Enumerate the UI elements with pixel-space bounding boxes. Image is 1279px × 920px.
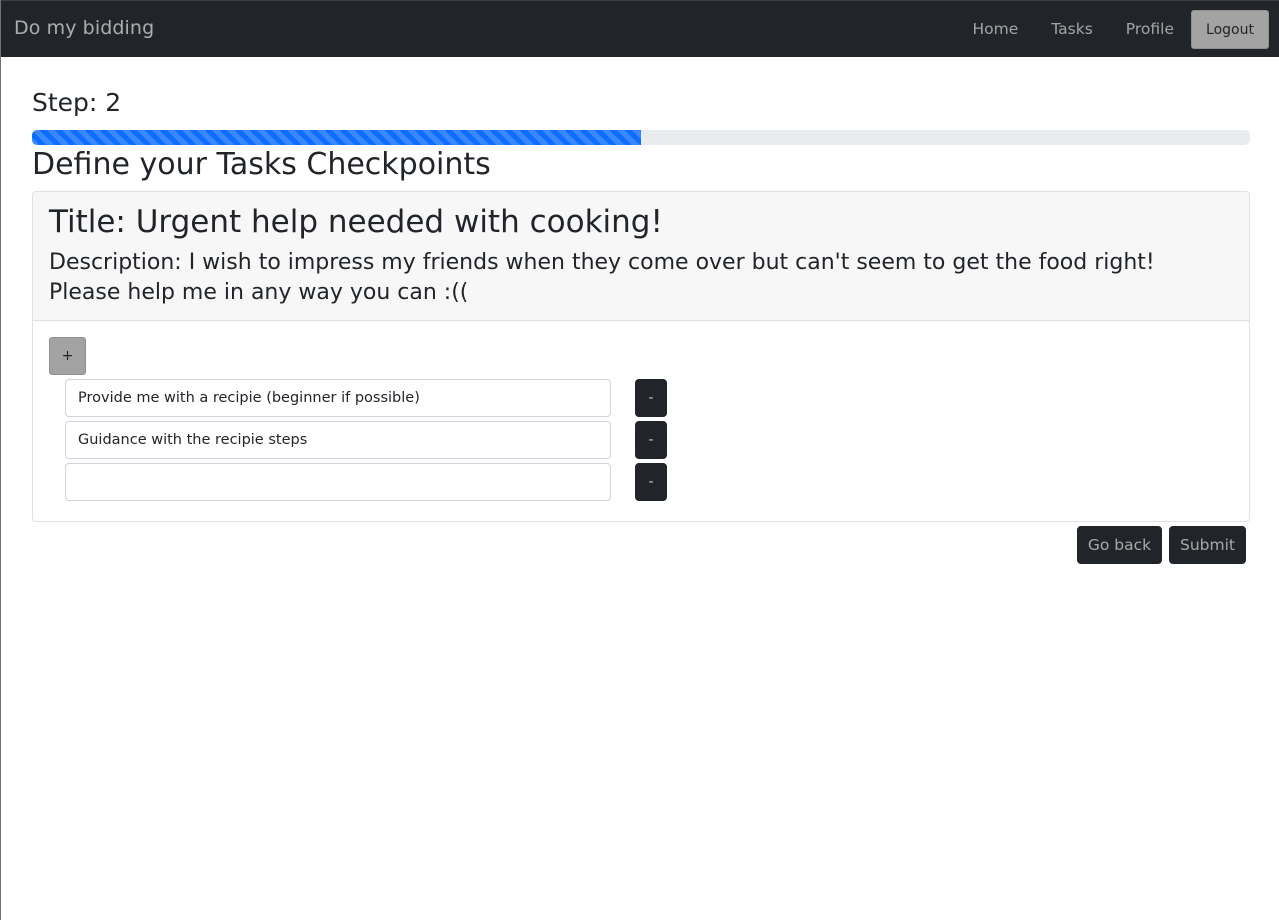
checkpoint-input-2[interactable] xyxy=(65,421,611,459)
nav-link-tasks[interactable]: Tasks xyxy=(1035,10,1110,49)
top-navbar: Do my bidding Home Tasks Profile Logout xyxy=(1,0,1279,57)
add-checkpoint-button[interactable]: + xyxy=(49,337,86,375)
step-progress-fill xyxy=(32,130,641,145)
task-title: Title: Urgent help needed with cooking! xyxy=(49,204,663,240)
task-card-header: Title: Urgent help needed with cooking! … xyxy=(33,192,1249,321)
remove-checkpoint-button-1[interactable]: - xyxy=(635,379,667,417)
step-progress-track xyxy=(32,130,1250,145)
task-card: Title: Urgent help needed with cooking! … xyxy=(32,191,1250,522)
section-title: Define your Tasks Checkpoints xyxy=(32,147,491,182)
checkpoint-input-3[interactable] xyxy=(65,463,611,501)
logout-button[interactable]: Logout xyxy=(1191,10,1269,49)
remove-checkpoint-button-3[interactable]: - xyxy=(635,463,667,501)
step-label: Step: 2 xyxy=(32,88,122,117)
checkpoint-input-1[interactable] xyxy=(65,379,611,417)
brand-link[interactable]: Do my bidding xyxy=(14,17,154,39)
remove-checkpoint-button-2[interactable]: - xyxy=(635,421,667,459)
go-back-button[interactable]: Go back xyxy=(1077,526,1162,564)
nav-link-profile[interactable]: Profile xyxy=(1110,10,1191,49)
nav-link-home[interactable]: Home xyxy=(956,10,1035,49)
nav-links: Home Tasks Profile Logout xyxy=(956,10,1269,49)
submit-button[interactable]: Submit xyxy=(1169,526,1246,564)
task-description: Description: I wish to impress my friend… xyxy=(49,250,1155,305)
